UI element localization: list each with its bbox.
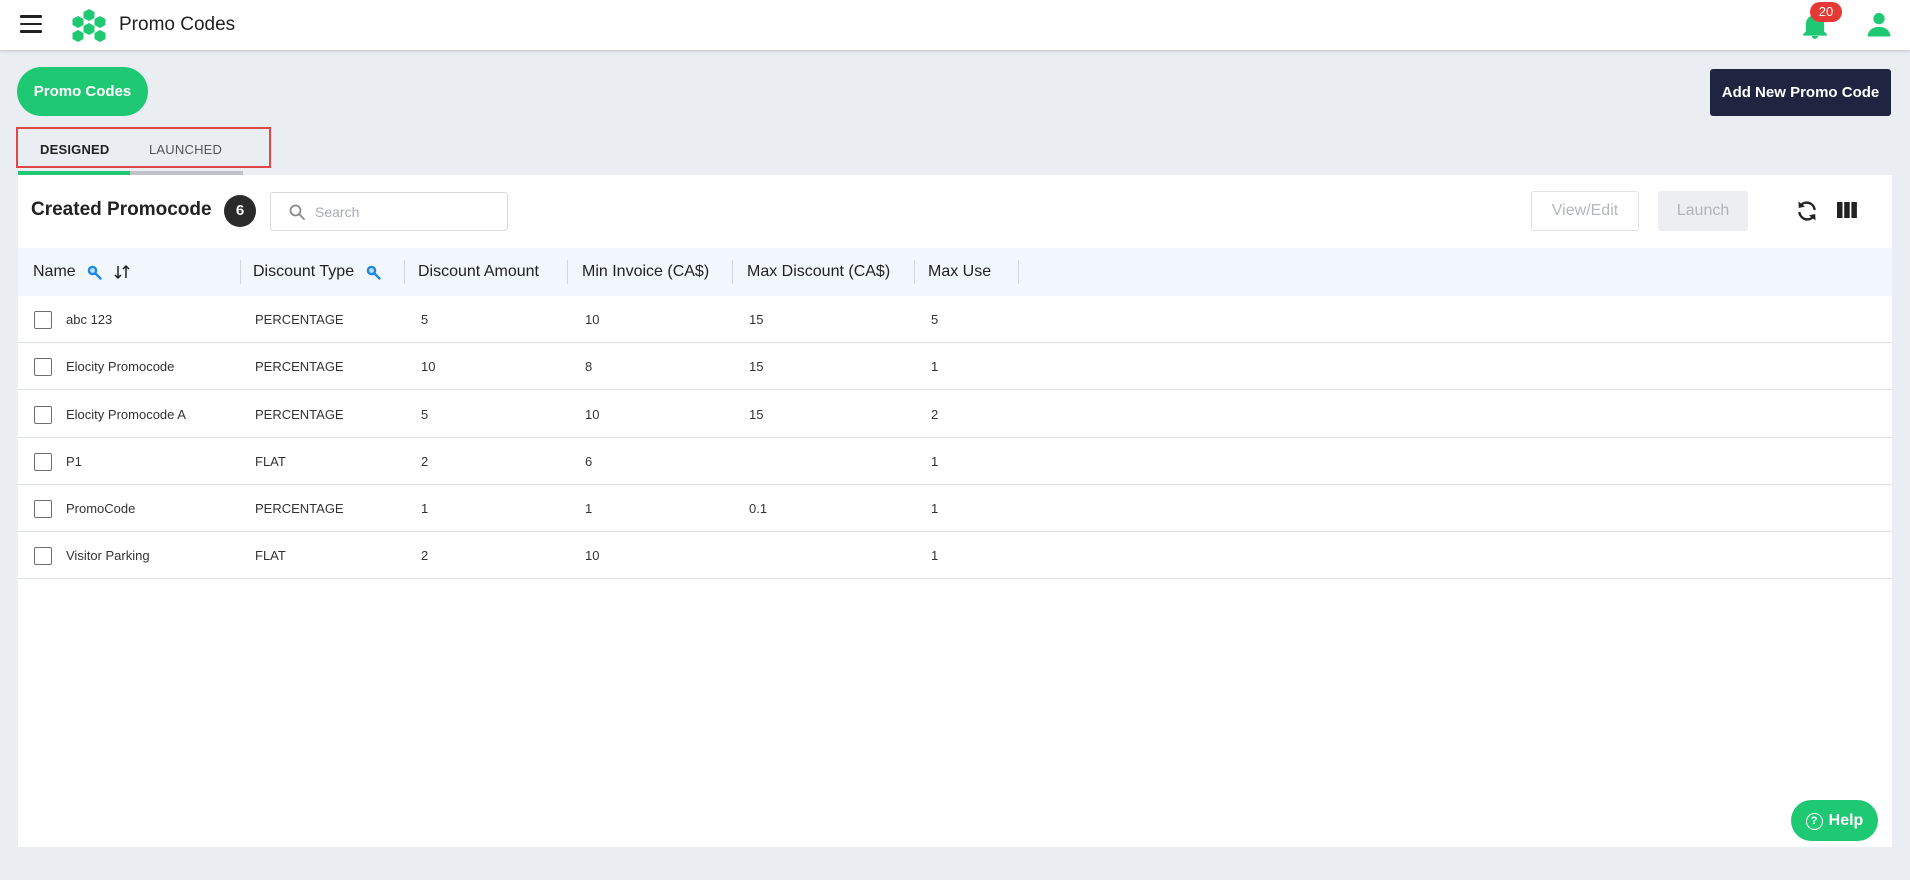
add-new-promo-code-button[interactable]: Add New Promo Code [1710,69,1891,116]
column-separator [1018,260,1019,284]
column-separator [404,260,405,284]
help-icon: ? [1805,812,1823,830]
column-header-discount-amount[interactable]: Discount Amount [418,248,539,296]
column-search-icon[interactable] [86,264,102,280]
cell-discount-type: PERCENTAGE [255,407,344,422]
table-row[interactable]: Visitor Parking FLAT 2 10 1 [18,532,1892,579]
cell-name: P1 [66,454,82,469]
cell-discount-amount: 2 [421,548,429,563]
tab-launched[interactable]: LAUNCHED [149,142,222,157]
column-label: Max Discount (CA$) [747,263,891,280]
column-separator [732,260,733,284]
cell-discount-amount: 1 [421,501,429,516]
cell-min-invoice: 6 [585,454,593,469]
row-checkbox[interactable] [34,453,52,471]
cell-discount-amount: 5 [421,407,429,422]
count-badge: 6 [224,195,256,227]
notification-badge: 20 [1810,2,1842,22]
table-header: Name Discount Type Discount Amount Min I… [18,248,1892,296]
promo-codes-button[interactable]: Promo Codes [17,67,148,116]
cell-max-use: 2 [931,407,939,422]
columns-icon[interactable] [1836,201,1858,219]
help-label: Help [1828,811,1864,829]
logo-icon [72,9,106,42]
cell-min-invoice: 8 [585,359,593,374]
cell-max-discount: 15 [749,407,764,422]
cell-discount-type: PERCENTAGE [255,359,344,374]
card-title: Created Promocode [31,199,212,220]
cell-min-invoice: 10 [585,548,600,563]
help-button[interactable]: ? Help [1791,800,1878,841]
row-checkbox[interactable] [34,547,52,565]
tab-designed[interactable]: DESIGNED [40,142,110,157]
cell-discount-type: PERCENTAGE [255,312,344,327]
column-header-name[interactable]: Name [33,248,131,296]
cell-max-use: 1 [931,548,939,563]
row-checkbox[interactable] [34,500,52,518]
cell-min-invoice: 10 [585,407,600,422]
row-checkbox[interactable] [34,358,52,376]
column-header-max-discount[interactable]: Max Discount (CA$) [747,248,890,296]
cell-discount-amount: 2 [421,454,429,469]
cell-discount-amount: 10 [421,359,436,374]
table-row[interactable]: abc 123 PERCENTAGE 5 10 15 5 [18,296,1892,343]
column-label: Name [33,263,76,280]
launch-button[interactable]: Launch [1658,191,1748,231]
search-icon [289,204,305,220]
cell-max-use: 1 [931,454,939,469]
column-search-icon[interactable] [365,264,381,280]
cell-discount-type: FLAT [255,454,286,469]
table-row[interactable]: Elocity Promocode A PERCENTAGE 5 10 15 2 [18,391,1892,438]
cell-name: Visitor Parking [66,548,150,563]
column-header-discount-type[interactable]: Discount Type [253,248,381,296]
table-row[interactable]: Elocity Promocode PERCENTAGE 10 8 15 1 [18,343,1892,390]
table-row[interactable]: PromoCode PERCENTAGE 1 1 0.1 1 [18,485,1892,532]
cell-max-use: 1 [931,359,939,374]
row-checkbox[interactable] [34,311,52,329]
column-label: Discount Type [253,263,355,280]
cell-min-invoice: 1 [585,501,593,516]
row-checkbox[interactable] [34,406,52,424]
column-header-min-invoice[interactable]: Min Invoice (CA$) [582,248,709,296]
cell-max-discount: 15 [749,312,764,327]
search-box [270,192,508,231]
cell-name: abc 123 [66,312,113,327]
top-bar: Promo Codes 20 [0,0,1910,50]
sort-icon[interactable] [113,264,131,280]
view-edit-button[interactable]: View/Edit [1531,191,1639,231]
column-label: Discount Amount [418,263,539,280]
cell-min-invoice: 10 [585,312,600,327]
column-separator [240,260,241,284]
cell-name: Elocity Promocode A [66,407,186,422]
column-separator [567,260,568,284]
column-separator [914,260,915,284]
table-row[interactable]: P1 FLAT 2 6 1 [18,438,1892,485]
cell-max-use: 1 [931,501,939,516]
cell-max-discount: 0.1 [749,501,768,516]
column-header-max-use[interactable]: Max Use [928,248,991,296]
cell-discount-type: FLAT [255,548,286,563]
cell-discount-amount: 5 [421,312,429,327]
cell-name: Elocity Promocode [66,359,175,374]
cell-name: PromoCode [66,501,136,516]
search-input[interactable] [315,201,495,223]
promocode-card: Created Promocode 6 View/Edit Launch Nam… [18,175,1892,847]
app-title: Promo Codes [119,14,236,35]
refresh-icon[interactable] [1795,199,1819,223]
cell-max-discount: 15 [749,359,764,374]
cell-discount-type: PERCENTAGE [255,501,344,516]
column-label: Max Use [928,263,992,280]
user-icon[interactable] [1866,11,1892,37]
column-label: Min Invoice (CA$) [582,263,710,280]
cell-max-use: 5 [931,312,939,327]
menu-icon[interactable] [20,15,42,33]
